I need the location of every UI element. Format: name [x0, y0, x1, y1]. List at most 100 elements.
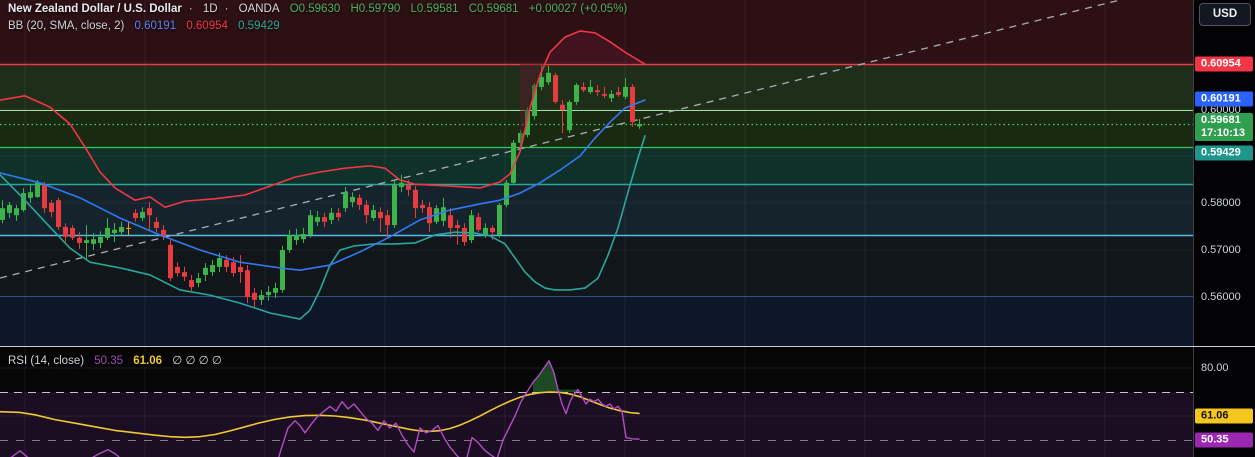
candle-body — [252, 292, 257, 300]
candle-body — [357, 197, 362, 205]
candle-body — [273, 288, 278, 293]
symbol-legend[interactable]: New Zealand Dollar / U.S. Dollar · 1D · OA… — [8, 3, 634, 15]
rsi-legend[interactable]: RSI (14, close) 50.35 61.06 ∅ ∅ ∅ ∅ — [8, 353, 229, 367]
candle-body — [133, 212, 138, 219]
candle-body — [182, 272, 187, 277]
last-price-label[interactable]: 0.59681 17:10:13 — [1195, 113, 1253, 141]
axis-tick-label: 0.58000 — [1201, 197, 1241, 209]
candle-body — [14, 208, 19, 216]
candle-body — [490, 227, 495, 233]
candle-body — [301, 234, 306, 240]
candle-body — [70, 227, 75, 238]
candle-body — [392, 185, 397, 226]
bb-upper-label[interactable]: 0.60954 — [1195, 56, 1253, 72]
pane-separator[interactable] — [0, 346, 1255, 347]
candle-body — [35, 182, 40, 197]
candle-body — [581, 86, 586, 91]
candle-body — [231, 262, 236, 274]
axis-tick-label: 0.56000 — [1201, 291, 1241, 303]
zone-slate — [0, 184, 1193, 235]
zone-green — [0, 110, 1193, 147]
ohlc-close: C0.59681 — [468, 3, 519, 15]
price-axis[interactable]: USD 0.60000 0.58000 0.57000 0.56000 80.00 0.6… — [1193, 0, 1255, 457]
candle-body — [154, 221, 159, 228]
candle-body — [378, 211, 383, 219]
candle-body — [315, 217, 320, 222]
candle-body — [63, 226, 68, 237]
zone-dark — [0, 235, 1193, 296]
rsi-ma-label[interactable]: 61.06 — [1195, 408, 1253, 424]
bb-lower-label[interactable]: 0.59429 — [1195, 145, 1253, 161]
legend-separator: · — [224, 3, 229, 15]
candle-body — [42, 185, 47, 209]
candle-body — [329, 212, 334, 220]
candle-body — [140, 211, 145, 219]
rsi-indicator-name[interactable]: RSI (14, close) — [8, 355, 84, 367]
candle-body — [476, 217, 481, 230]
candle-body — [595, 90, 600, 93]
candle-body — [413, 189, 418, 209]
candle-body — [567, 101, 572, 131]
axis-tick-label: 0.57000 — [1201, 244, 1241, 256]
candle-body — [84, 240, 89, 243]
candle-body — [217, 257, 222, 267]
bb-upper-value: 0.60954 — [186, 20, 228, 32]
chart-canvas[interactable] — [0, 0, 1193, 457]
chart-pane[interactable]: New Zealand Dollar / U.S. Dollar · 1D · OA… — [0, 0, 1193, 457]
candle-body — [483, 227, 488, 235]
zone-navy — [0, 296, 1193, 346]
candle-body — [56, 200, 61, 227]
symbol-title[interactable]: New Zealand Dollar / U.S. Dollar — [8, 3, 182, 15]
candle-body — [609, 93, 614, 99]
candle-body — [7, 204, 12, 213]
zone-teal — [0, 147, 1193, 184]
candle-body — [441, 207, 446, 221]
bb-lower-value: 0.59429 — [238, 20, 280, 32]
candle-body — [602, 93, 607, 96]
bb-indicator-name[interactable]: BB (20, SMA, close, 2) — [8, 20, 124, 32]
rsi-value: 50.35 — [94, 355, 124, 367]
candle-body — [448, 215, 453, 228]
zone-olive — [0, 64, 1193, 110]
candle-body — [28, 192, 33, 198]
candle-body — [574, 85, 579, 102]
exchange-label[interactable]: OANDA — [239, 3, 280, 15]
candle-body — [105, 227, 110, 238]
candle-body — [77, 237, 82, 243]
candle-body — [385, 215, 390, 226]
candle-body — [147, 208, 152, 216]
candle-body — [504, 182, 509, 205]
candle-body — [238, 266, 243, 273]
candle-body — [623, 86, 628, 97]
candle-body — [399, 182, 404, 188]
candle-body — [546, 72, 551, 83]
candle-body — [364, 204, 369, 216]
candle-body — [455, 225, 460, 228]
candle-body — [371, 210, 376, 219]
candle-body — [168, 244, 173, 279]
candle-body — [175, 266, 180, 274]
interval-label[interactable]: 1D — [203, 3, 218, 15]
candle-body — [91, 239, 96, 244]
candle-body — [420, 204, 425, 209]
currency-unit-button[interactable]: USD — [1199, 3, 1251, 26]
candle-body — [336, 212, 341, 218]
bb-basis-label[interactable]: 0.60191 — [1195, 91, 1253, 107]
candle-body — [49, 203, 54, 212]
candle-body — [462, 227, 467, 243]
candle-body — [119, 226, 124, 233]
candle-body — [126, 227, 131, 229]
candle-body — [224, 259, 229, 267]
candle-body — [245, 270, 250, 297]
candle-body — [343, 192, 348, 209]
rsi-empty-slots: ∅ ∅ ∅ ∅ — [172, 355, 222, 367]
bb-legend[interactable]: BB (20, SMA, close, 2) 0.60191 0.60954 0… — [8, 20, 287, 32]
candle-body — [259, 295, 264, 300]
candle-body — [0, 208, 5, 220]
axis-tick-label: 80.00 — [1201, 362, 1229, 374]
candle-body — [637, 123, 642, 127]
candle-body — [112, 229, 117, 234]
rsi-ma-value: 61.06 — [133, 355, 163, 367]
trading-chart-app: New Zealand Dollar / U.S. Dollar · 1D · OA… — [0, 0, 1255, 457]
rsi-value-label[interactable]: 50.35 — [1195, 432, 1253, 448]
